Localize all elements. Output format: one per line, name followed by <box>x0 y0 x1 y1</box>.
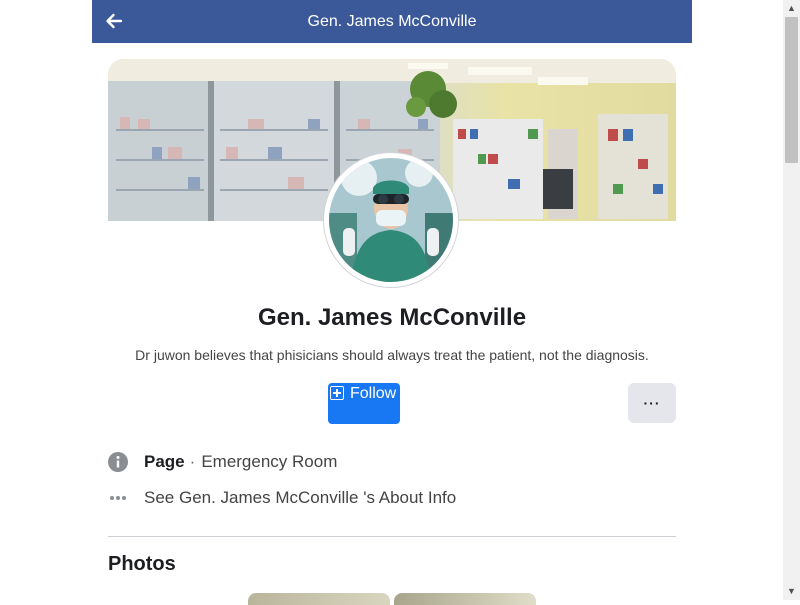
page-category-row: Page · Emergency Room <box>108 449 337 475</box>
scroll-down-arrow-icon[interactable]: ▼ <box>783 583 800 600</box>
photo-thumbnail[interactable] <box>248 593 390 605</box>
photos-section-title: Photos <box>108 553 176 575</box>
more-options-label: ··· <box>643 395 661 411</box>
profile-avatar[interactable] <box>324 153 458 287</box>
header-bar: Gen. James McConville <box>92 0 692 43</box>
arrow-left-icon[interactable] <box>104 11 124 31</box>
profile-name: Gen. James McConville <box>257 304 527 331</box>
page-category: Emergency Room <box>201 452 338 471</box>
follow-button-label: Follow <box>350 385 397 402</box>
header-title: Gen. James McConville <box>307 12 477 30</box>
about-info-row[interactable]: See Gen. James McConville 's About Info <box>108 485 456 511</box>
plus-square-icon <box>330 386 344 400</box>
follow-button[interactable]: Follow <box>328 383 400 424</box>
info-icon <box>108 452 128 472</box>
section-divider <box>108 536 676 537</box>
profile-bio: Dr juwon believes that phisicians should… <box>135 347 649 363</box>
scroll-up-arrow-icon[interactable]: ▲ <box>783 0 800 17</box>
scrollbar-thumb[interactable] <box>785 17 798 163</box>
page-label: Page <box>144 452 185 471</box>
more-options-button[interactable]: ··· <box>628 383 676 423</box>
more-dots-icon <box>108 488 128 508</box>
separator-dot: · <box>189 452 196 471</box>
about-info-link[interactable]: See Gen. James McConville 's About Info <box>144 488 456 508</box>
page-scrollbar[interactable]: ▲ ▼ <box>783 0 800 600</box>
photo-thumbnail[interactable] <box>394 593 536 605</box>
